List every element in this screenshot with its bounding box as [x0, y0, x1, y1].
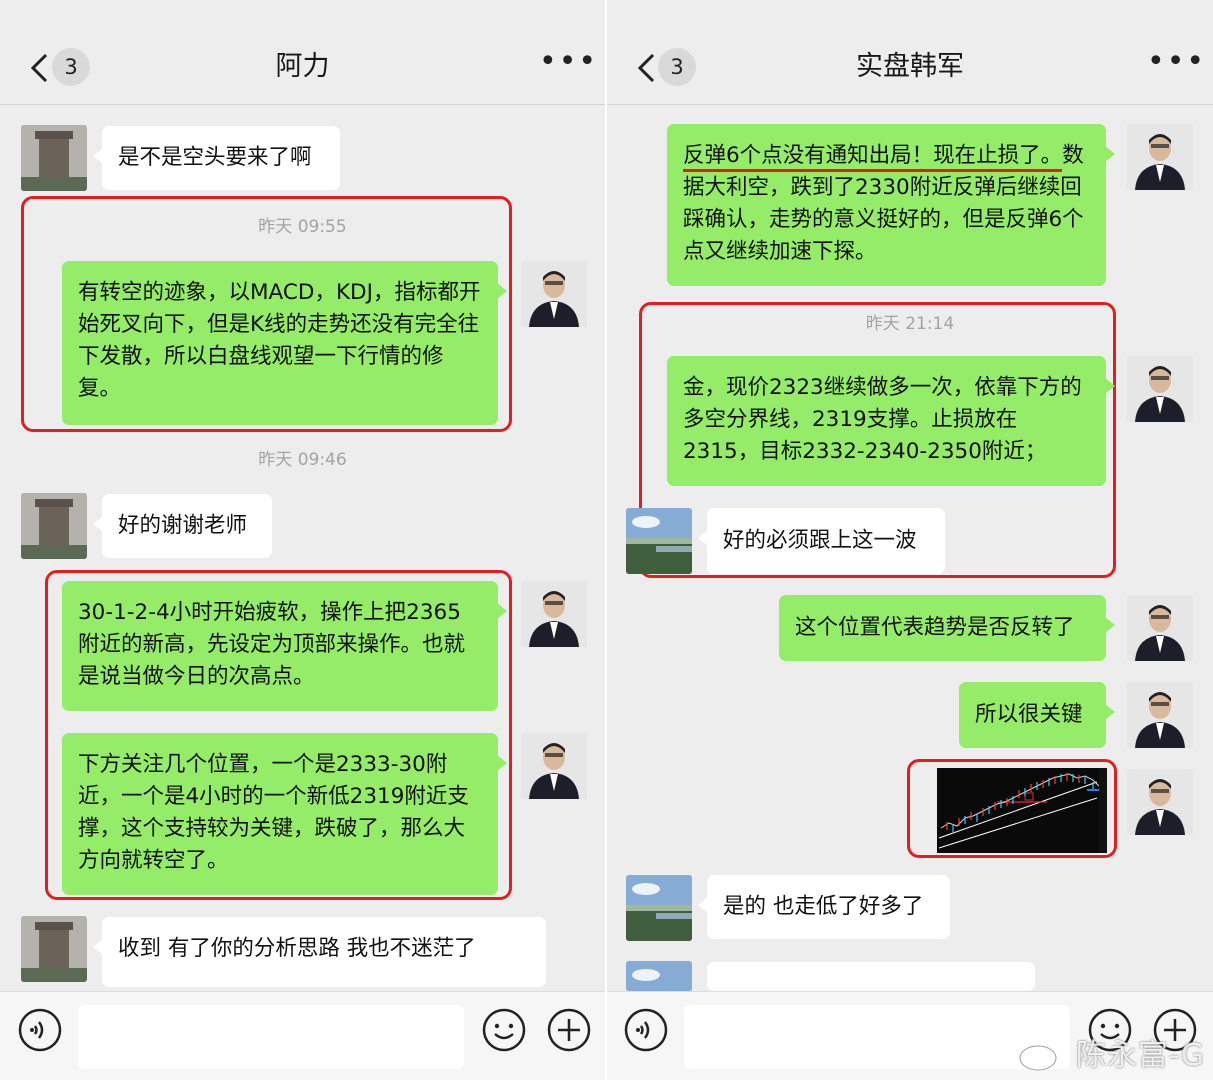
chat-title: 实盘韩军 — [856, 51, 964, 82]
message-bubble-partial[interactable] — [707, 962, 1035, 991]
message-bubble[interactable]: 30-1-2-4小时开始疲软，操作上把2365附近的新高，先设定为顶部来操作。也… — [62, 581, 507, 711]
user-avatar[interactable] — [521, 261, 587, 327]
chat-header: 3 阿力 ••• — [0, 0, 605, 105]
underlined-text: 反弹6个点没有通知出局！现在止损了。 — [683, 143, 1063, 172]
message-bubble[interactable]: 是的 也走低了好多了 — [698, 875, 950, 939]
contact-avatar[interactable] — [626, 961, 692, 991]
user-avatar[interactable] — [1127, 595, 1193, 661]
input-bar — [0, 991, 605, 1080]
more-dots-icon[interactable]: ••• — [539, 47, 596, 82]
voice-icon[interactable] — [623, 1007, 669, 1053]
contact-avatar[interactable] — [626, 508, 692, 574]
chat-title: 阿力 — [275, 51, 330, 82]
left-chat-panel: 3 阿力 ••• 是不是空头要来了啊 昨天 09:55 有转空的迹象，以MACD… — [0, 0, 605, 1080]
user-avatar[interactable] — [1127, 682, 1193, 748]
timestamp: 昨天 09:46 — [258, 450, 347, 470]
message-bubble[interactable]: 好的必须跟上这一波 — [698, 508, 945, 574]
message-input[interactable] — [684, 1005, 1070, 1069]
weibo-logo-icon — [1018, 1040, 1064, 1072]
message-bubble[interactable]: 所以很关键 — [959, 682, 1115, 748]
emoji-icon[interactable] — [481, 1007, 527, 1053]
contact-avatar[interactable] — [21, 916, 87, 982]
message-bubble[interactable]: 这个位置代表趋势是否反转了 — [779, 595, 1115, 661]
user-avatar[interactable] — [521, 733, 587, 799]
message-bubble[interactable]: 收到 有了你的分析思路 我也不迷茫了 — [93, 917, 546, 987]
timestamp: 昨天 21:14 — [865, 314, 955, 334]
right-chat-panel: 3 实盘韩军 ••• 反弹6个点没有通知出局！现在止损了。数据大利空，跌到了23… — [607, 0, 1213, 1080]
voice-icon[interactable] — [17, 1007, 63, 1053]
contact-avatar[interactable] — [21, 125, 87, 191]
message-bubble[interactable]: 下方关注几个位置，一个是2333-30附近，一个是4小时的一个新低2319附近支… — [62, 733, 507, 895]
message-bubble[interactable]: 有转空的迹象，以MACD，KDJ，指标都开始死叉向下，但是K线的走势还没有完全往… — [62, 261, 507, 425]
message-bubble[interactable]: 是不是空头要来了啊 — [93, 126, 340, 190]
chart-image-message[interactable] — [937, 768, 1107, 853]
message-bubble[interactable]: 金，现价2323继续做多一次，依靠下方的多空分界线，2319支撑。止损放在231… — [667, 356, 1115, 486]
contact-avatar[interactable] — [21, 493, 87, 559]
contact-avatar[interactable] — [626, 875, 692, 941]
chat-header: 3 实盘韩军 ••• — [607, 0, 1213, 105]
user-avatar[interactable] — [521, 581, 587, 647]
message-bubble[interactable]: 好的谢谢老师 — [93, 494, 272, 558]
message-input[interactable] — [78, 1005, 464, 1069]
more-dots-icon[interactable]: ••• — [1147, 47, 1204, 82]
watermark-text: 陈永富-G — [1075, 1038, 1205, 1073]
user-avatar[interactable] — [1127, 124, 1193, 190]
user-avatar[interactable] — [1127, 769, 1193, 835]
timestamp: 昨天 09:55 — [258, 217, 347, 237]
plus-icon[interactable] — [546, 1007, 592, 1053]
message-bubble[interactable]: 反弹6个点没有通知出局！现在止损了。数据大利空，跌到了2330附近反弹后继续回踩… — [667, 124, 1115, 286]
user-avatar[interactable] — [1127, 356, 1193, 422]
